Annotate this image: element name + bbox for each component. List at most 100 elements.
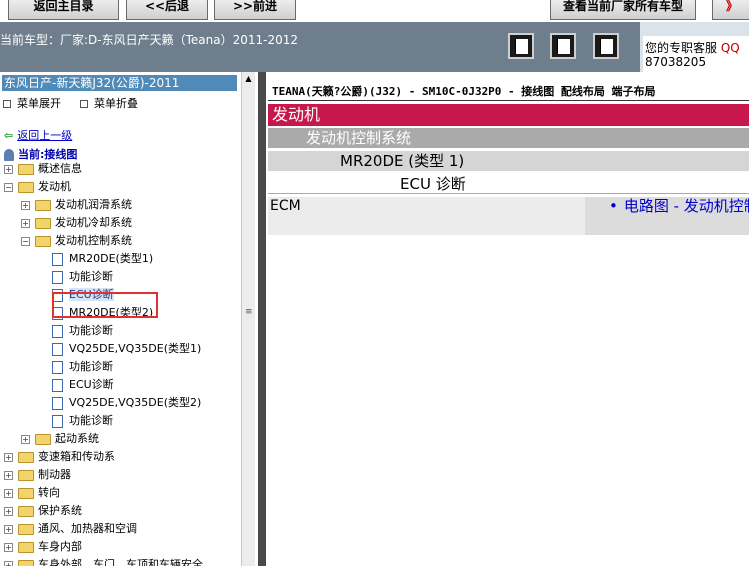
tree-item[interactable]: + 制动器: [4, 466, 71, 484]
tree-item-label: 发动机冷却系统: [55, 216, 132, 229]
scroll-up-icon[interactable]: ▲: [242, 72, 255, 86]
tree-item[interactable]: 功能诊断: [38, 322, 113, 340]
support-label: 您的专职客服 QQ: [645, 39, 740, 56]
tree-item-label: 功能诊断: [69, 414, 113, 427]
collapse-node-icon[interactable]: −: [4, 182, 13, 192]
tree-item[interactable]: MR20DE(类型1): [38, 250, 153, 268]
tree-item[interactable]: VQ25DE,VQ35DE(类型1): [38, 340, 201, 358]
tree-item[interactable]: + 起动系统: [21, 430, 99, 448]
panel-both-icon[interactable]: [550, 33, 576, 59]
menu-collapse-button[interactable]: 菜单折叠: [80, 95, 138, 111]
tree-item-label: 车身内部: [38, 540, 82, 553]
document-icon: [52, 342, 63, 356]
tree-item-label: 发动机控制系统: [55, 234, 132, 247]
sidebar-scrollbar[interactable]: ▲ ≡: [241, 72, 255, 566]
support-label-text: 您的专职客服: [645, 41, 718, 55]
panel-left-icon[interactable]: [508, 33, 534, 59]
support-qq-link[interactable]: QQ: [721, 41, 740, 55]
back-arrow-icon: ⇦: [4, 129, 14, 142]
go-up-link[interactable]: ⇦ 返回上一级: [4, 127, 72, 143]
folder-icon: [18, 523, 34, 535]
tree-item[interactable]: 功能诊断: [38, 268, 113, 286]
tree-item[interactable]: + 车身外部、车门、车顶和车辆安全: [4, 556, 203, 566]
document-icon: [52, 324, 63, 338]
support-number: 87038205: [645, 55, 707, 69]
tree-item-label: 起动系统: [55, 432, 99, 445]
expand-node-icon[interactable]: +: [4, 164, 13, 174]
tree-item[interactable]: + 发动机冷却系统: [21, 214, 132, 232]
expand-node-icon[interactable]: +: [21, 434, 30, 444]
folder-icon: [18, 505, 34, 517]
expand-node-icon[interactable]: +: [4, 560, 13, 566]
pane-divider[interactable]: [258, 72, 266, 566]
expand-icon: [3, 100, 11, 108]
selection-highlight: [52, 292, 158, 318]
folder-icon: [18, 163, 34, 175]
tree-item[interactable]: 功能诊断: [38, 412, 113, 430]
sidebar: 东风日产-新天籁J32(公爵)-2011 菜单展开 菜单折叠 ⇦ 返回上一级 当前…: [0, 72, 241, 566]
circuit-diagram-link[interactable]: • 电路图 - 发动机控制系统: [585, 197, 749, 235]
content-pane: TEANA(天籁?公爵)(J32) - SM10C-0J32P0 - 接线图 配…: [266, 72, 749, 566]
nav-bar: 返回主目录 <<后退 >>前进 查看当前厂家所有车型 》: [0, 0, 749, 22]
ecm-cell: ECM: [268, 197, 586, 235]
collapse-node-icon[interactable]: −: [21, 236, 30, 246]
tree-item[interactable]: − 发动机控制系统: [21, 232, 132, 250]
tree-item[interactable]: 功能诊断: [38, 358, 113, 376]
folder-icon: [35, 433, 51, 445]
section-diag-heading: ECU 诊断: [268, 174, 749, 194]
document-icon: [52, 414, 63, 428]
tree-item[interactable]: + 车身内部: [4, 538, 82, 556]
tree-item-label: MR20DE(类型1): [69, 252, 154, 265]
expand-node-icon[interactable]: +: [4, 452, 13, 462]
expand-node-icon[interactable]: +: [21, 200, 30, 210]
forward-button[interactable]: >>前进: [214, 0, 296, 20]
tree-item-label: 保护系统: [38, 504, 82, 517]
folder-icon: [18, 541, 34, 553]
folder-icon: [18, 451, 34, 463]
expand-node-icon[interactable]: +: [4, 524, 13, 534]
circuit-diagram-link-label: 电路图 - 发动机控制系统: [623, 197, 749, 215]
tree-item-label: 概述信息: [38, 162, 82, 175]
folder-icon: [18, 559, 34, 566]
document-icon: [52, 378, 63, 392]
tree-item-label: 功能诊断: [69, 324, 113, 337]
breadcrumb: TEANA(天籁?公爵)(J32) - SM10C-0J32P0 - 接线图 配…: [272, 85, 656, 98]
scroll-grip-icon[interactable]: ≡: [245, 307, 253, 317]
back-button[interactable]: <<后退: [126, 0, 208, 20]
expand-node-icon[interactable]: +: [4, 488, 13, 498]
tree-item[interactable]: ECU诊断: [38, 376, 114, 394]
document-icon: [52, 252, 63, 266]
tree-item-label: 变速箱和传动系: [38, 450, 115, 463]
more-button[interactable]: 》: [712, 0, 749, 20]
tree-item[interactable]: + 保护系统: [4, 502, 82, 520]
menu-expand-button[interactable]: 菜单展开: [3, 95, 61, 111]
tree-item[interactable]: + 发动机润滑系统: [21, 196, 132, 214]
tree-item[interactable]: − 发动机: [4, 178, 71, 196]
all-models-button[interactable]: 查看当前厂家所有车型: [550, 0, 696, 20]
section-engine-heading: 发动机: [268, 104, 749, 126]
tree-item-label: 通风、加热器和空调: [38, 522, 137, 535]
expand-node-icon[interactable]: +: [4, 542, 13, 552]
tree-item-label: 发动机润滑系统: [55, 198, 132, 211]
tree-item[interactable]: + 转向: [4, 484, 60, 502]
expand-node-icon[interactable]: +: [21, 218, 30, 228]
current-model-label: 当前车型：厂家:D-东风日产天籁（Teana）2011-2012: [0, 33, 299, 47]
home-button[interactable]: 返回主目录: [8, 0, 119, 20]
tree-item-label: 转向: [38, 486, 60, 499]
panel-right-icon[interactable]: [593, 33, 619, 59]
tree-item-label: 制动器: [38, 468, 71, 481]
tree-item[interactable]: VQ25DE,VQ35DE(类型2): [38, 394, 201, 412]
tree-item[interactable]: + 通风、加热器和空调: [4, 520, 137, 538]
tree-item-label: 发动机: [38, 180, 71, 193]
tree-item[interactable]: + 概述信息: [4, 160, 82, 178]
tree-item-label: ECU诊断: [69, 378, 114, 391]
menu-expand-label: 菜单展开: [17, 97, 61, 110]
sidebar-title: 东风日产-新天籁J32(公爵)-2011: [2, 75, 237, 91]
folder-icon: [18, 469, 34, 481]
document-icon: [52, 360, 63, 374]
expand-node-icon[interactable]: +: [4, 506, 13, 516]
expand-node-icon[interactable]: +: [4, 470, 13, 480]
folder-icon: [18, 487, 34, 499]
tree-item[interactable]: + 变速箱和传动系: [4, 448, 115, 466]
tree-item-label: VQ25DE,VQ35DE(类型1): [69, 342, 202, 355]
